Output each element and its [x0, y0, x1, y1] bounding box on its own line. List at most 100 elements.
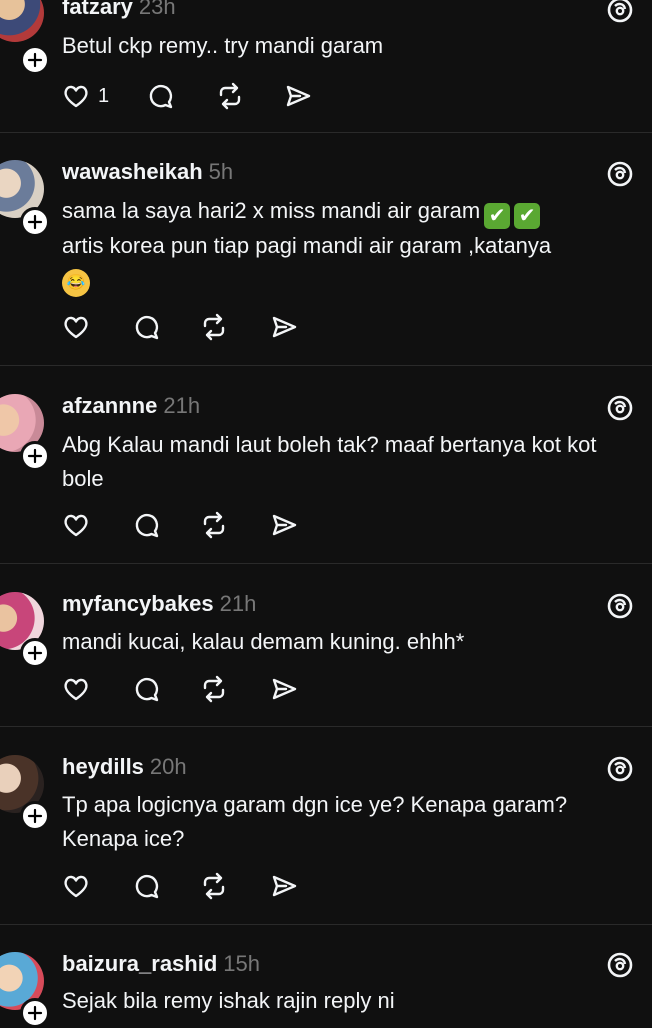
follow-button[interactable]: [20, 441, 50, 471]
repost-button[interactable]: [216, 82, 246, 112]
reply-button[interactable]: [132, 313, 162, 343]
post-text: mandi kucai, kalau demam kuning. ehhh*: [62, 629, 465, 654]
follow-button[interactable]: [20, 207, 50, 237]
post-2: wawasheikah 5h sama la saya hari2 x miss …: [0, 132, 652, 365]
plus-icon: [27, 808, 43, 824]
like-button[interactable]: 1: [62, 82, 109, 112]
timestamp: 5h: [208, 159, 234, 184]
plus-icon: [27, 645, 43, 661]
send-icon: [272, 316, 297, 338]
repost-button[interactable]: [200, 313, 230, 343]
username-text[interactable]: heydills: [62, 754, 144, 779]
username[interactable]: fatzary 23h: [62, 0, 176, 20]
share-button[interactable]: [270, 511, 300, 541]
send-icon: [272, 875, 297, 897]
comment-icon: [135, 874, 159, 899]
share-button[interactable]: [284, 82, 314, 112]
post-text: Abg Kalau mandi laut boleh tak? maaf ber…: [62, 432, 597, 491]
post-text-line: sama la saya hari2 x miss mandi air gara…: [62, 198, 481, 223]
like-button[interactable]: [62, 675, 92, 705]
threads-icon[interactable]: [606, 592, 634, 620]
follow-button[interactable]: [20, 638, 50, 668]
heart-icon: [64, 316, 88, 339]
username-text[interactable]: baizura_rashid: [62, 951, 217, 976]
plus-icon: [27, 52, 43, 68]
username-text[interactable]: afzannne: [62, 393, 157, 418]
comment-icon: [135, 513, 159, 538]
username[interactable]: wawasheikah 5h: [62, 159, 233, 185]
repost-icon: [203, 511, 225, 539]
threads-icon[interactable]: [606, 755, 634, 783]
plus-icon: [27, 448, 43, 464]
post-text: sama la saya hari2 x miss mandi air gara…: [62, 194, 637, 297]
share-button[interactable]: [270, 872, 300, 902]
timestamp: 21h: [163, 393, 201, 418]
divider: [0, 726, 652, 727]
reply-button[interactable]: [132, 511, 162, 541]
username[interactable]: myfancybakes 21h: [62, 591, 256, 617]
check-emoji: ✔: [514, 203, 541, 229]
comment-icon: [149, 84, 173, 109]
check-emoji: ✔: [484, 203, 511, 229]
post-text: Sejak bila remy ishak rajin reply ni: [62, 988, 395, 1013]
post-5: heydills 20h Tp apa logicnya garam dgn ic…: [0, 726, 652, 924]
username[interactable]: afzannne 21h: [62, 393, 200, 419]
repost-icon: [203, 313, 225, 341]
repost-button[interactable]: [200, 675, 230, 705]
share-button[interactable]: [270, 313, 300, 343]
comment-icon: [135, 677, 159, 702]
heart-icon: [64, 514, 88, 537]
like-button[interactable]: [62, 872, 92, 902]
comment-icon: [135, 315, 159, 340]
timestamp: 20h: [149, 754, 187, 779]
laughing-emoji: 😂: [62, 269, 90, 297]
plus-icon: [27, 214, 43, 230]
repost-icon: [203, 872, 225, 900]
divider: [0, 132, 652, 133]
username-text[interactable]: myfancybakes: [62, 591, 214, 616]
divider: [0, 563, 652, 564]
repost-icon: [203, 675, 225, 703]
post-3: afzannne 21h Abg Kalau mandi laut boleh t…: [0, 365, 652, 563]
timestamp: 21h: [219, 591, 257, 616]
repost-button[interactable]: [200, 872, 230, 902]
heart-icon: [64, 678, 88, 701]
send-icon: [272, 678, 297, 700]
post-text: Tp apa logicnya garam dgn ice ye? Kenapa…: [62, 792, 568, 851]
follow-button[interactable]: [20, 998, 50, 1028]
username-text[interactable]: wawasheikah: [62, 159, 203, 184]
reply-button[interactable]: [146, 82, 176, 112]
threads-icon[interactable]: [606, 394, 634, 422]
divider: [0, 924, 652, 925]
threads-icon[interactable]: [606, 0, 634, 24]
heart-icon: [64, 85, 88, 108]
like-button[interactable]: [62, 511, 92, 541]
post-4: myfancybakes 21h mandi kucai, kalau demam…: [0, 563, 652, 726]
post-text-line: artis korea pun tiap pagi mandi air gara…: [62, 233, 552, 258]
like-count: 1: [98, 85, 110, 107]
threads-icon[interactable]: [606, 951, 634, 979]
send-icon: [286, 85, 311, 107]
post-1: fatzary 23h Betul ckp remy.. try mandi ga…: [0, 0, 652, 132]
share-button[interactable]: [270, 675, 300, 705]
threads-icon[interactable]: [606, 160, 634, 188]
divider: [0, 365, 652, 366]
timestamp: 15h: [223, 951, 260, 976]
repost-button[interactable]: [200, 511, 230, 541]
avatar[interactable]: [0, 0, 44, 42]
heart-icon: [64, 875, 88, 898]
follow-button[interactable]: [20, 801, 50, 831]
post-6: baizura_rashid 15h Sejak bila remy ishak …: [0, 924, 652, 1028]
username[interactable]: heydills 20h: [62, 754, 187, 780]
username-text[interactable]: fatzary: [62, 0, 133, 19]
repost-icon: [219, 82, 241, 110]
timestamp: 23h: [138, 0, 176, 19]
post-text: Betul ckp remy.. try mandi garam: [62, 33, 384, 58]
username[interactable]: baizura_rashid 15h: [62, 951, 260, 977]
plus-icon: [27, 1005, 43, 1021]
reply-button[interactable]: [132, 675, 162, 705]
follow-button[interactable]: [20, 45, 50, 75]
reply-button[interactable]: [132, 872, 162, 902]
like-button[interactable]: [62, 313, 92, 343]
send-icon: [272, 514, 297, 536]
